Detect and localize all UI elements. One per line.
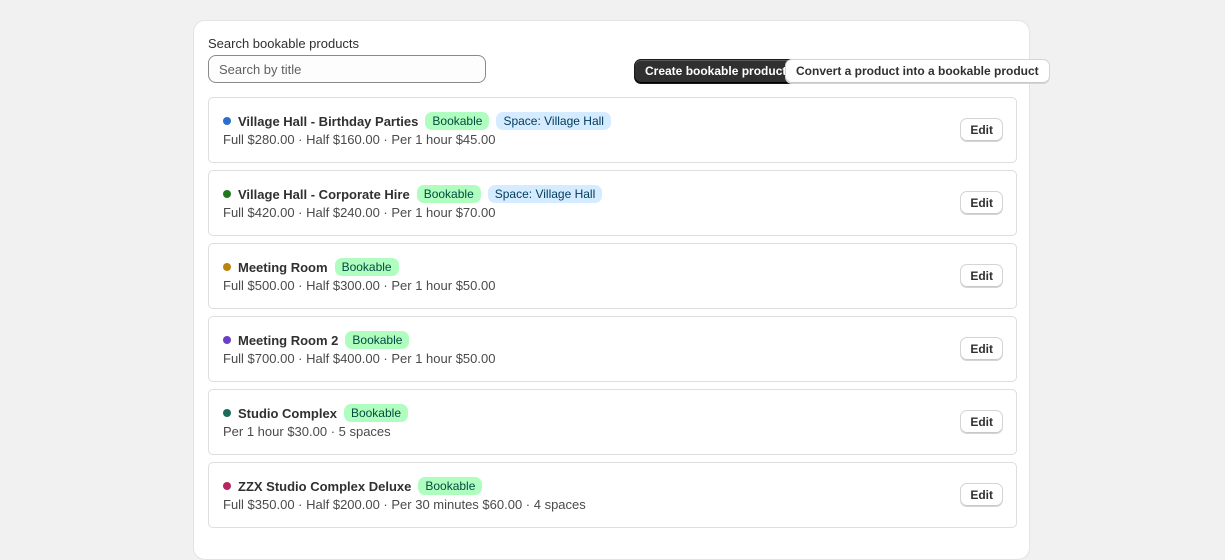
product-title: Studio Complex — [238, 405, 337, 421]
convert-product-button[interactable]: Convert a product into a bookable produc… — [785, 59, 1050, 84]
status-dot-icon — [223, 336, 231, 344]
space-badge: Space: Village Hall — [496, 112, 611, 130]
bookable-badge: Bookable — [418, 477, 483, 495]
status-dot-icon — [223, 263, 231, 271]
product-pricing: Full $700.00 · Half $400.00 · Per 1 hour… — [223, 351, 496, 366]
search-label: Search bookable products — [208, 36, 360, 51]
create-bookable-product-button[interactable]: Create bookable product — [634, 59, 798, 84]
bookable-badge: Bookable — [345, 331, 410, 349]
product-header: ZZX Studio Complex Deluxe Bookable — [223, 476, 483, 496]
edit-button[interactable]: Edit — [960, 191, 1003, 215]
status-dot-icon — [223, 482, 231, 490]
product-title: Meeting Room 2 — [238, 332, 339, 348]
status-dot-icon — [223, 190, 231, 198]
search-input[interactable] — [208, 55, 486, 83]
product-list-item: Studio Complex Bookable Per 1 hour $30.0… — [208, 389, 1017, 455]
edit-button[interactable]: Edit — [960, 264, 1003, 288]
status-dot-icon — [223, 117, 231, 125]
space-badge: Space: Village Hall — [487, 185, 603, 203]
product-header: Village Hall - Corporate Hire Bookable S… — [223, 184, 603, 204]
product-pricing: Full $420.00 · Half $240.00 · Per 1 hour… — [223, 205, 496, 220]
product-list-item: Village Hall - Corporate Hire Bookable S… — [208, 170, 1017, 236]
bookable-badge: Bookable — [334, 258, 399, 276]
product-title: Village Hall - Birthday Parties — [238, 113, 419, 129]
edit-button[interactable]: Edit — [960, 118, 1003, 142]
product-header: Meeting Room 2 Bookable — [223, 330, 410, 350]
edit-button[interactable]: Edit — [960, 483, 1003, 507]
bookable-products-card: Search bookable products Create bookable… — [193, 20, 1050, 560]
bookable-badge: Bookable — [416, 185, 481, 203]
product-header: Studio Complex Bookable — [223, 403, 408, 423]
product-header: Meeting Room Bookable — [223, 257, 399, 277]
product-title: Meeting Room — [238, 259, 328, 275]
product-title: ZZX Studio Complex Deluxe — [238, 478, 412, 494]
edit-button[interactable]: Edit — [960, 337, 1003, 361]
bookable-badge: Bookable — [343, 404, 408, 422]
product-list-item: Village Hall - Birthday Parties Bookable… — [208, 97, 1017, 163]
product-list-item: Meeting Room 2 Bookable Full $700.00 · H… — [208, 316, 1017, 382]
product-pricing: Full $500.00 · Half $300.00 · Per 1 hour… — [223, 278, 496, 293]
bookable-badge: Bookable — [425, 112, 490, 130]
product-list-item: Meeting Room Bookable Full $500.00 · Hal… — [208, 243, 1017, 309]
product-list-item: ZZX Studio Complex Deluxe Bookable Full … — [208, 462, 1017, 528]
product-pricing: Full $280.00 · Half $160.00 · Per 1 hour… — [223, 132, 496, 147]
product-pricing: Per 1 hour $30.00 · 5 spaces — [223, 424, 391, 439]
status-dot-icon — [223, 409, 231, 417]
product-title: Village Hall - Corporate Hire — [238, 186, 410, 202]
product-header: Village Hall - Birthday Parties Bookable… — [223, 111, 611, 131]
edit-button[interactable]: Edit — [960, 410, 1003, 434]
product-pricing: Full $350.00 · Half $200.00 · Per 30 min… — [223, 497, 586, 512]
product-list: Village Hall - Birthday Parties Bookable… — [208, 97, 1017, 535]
